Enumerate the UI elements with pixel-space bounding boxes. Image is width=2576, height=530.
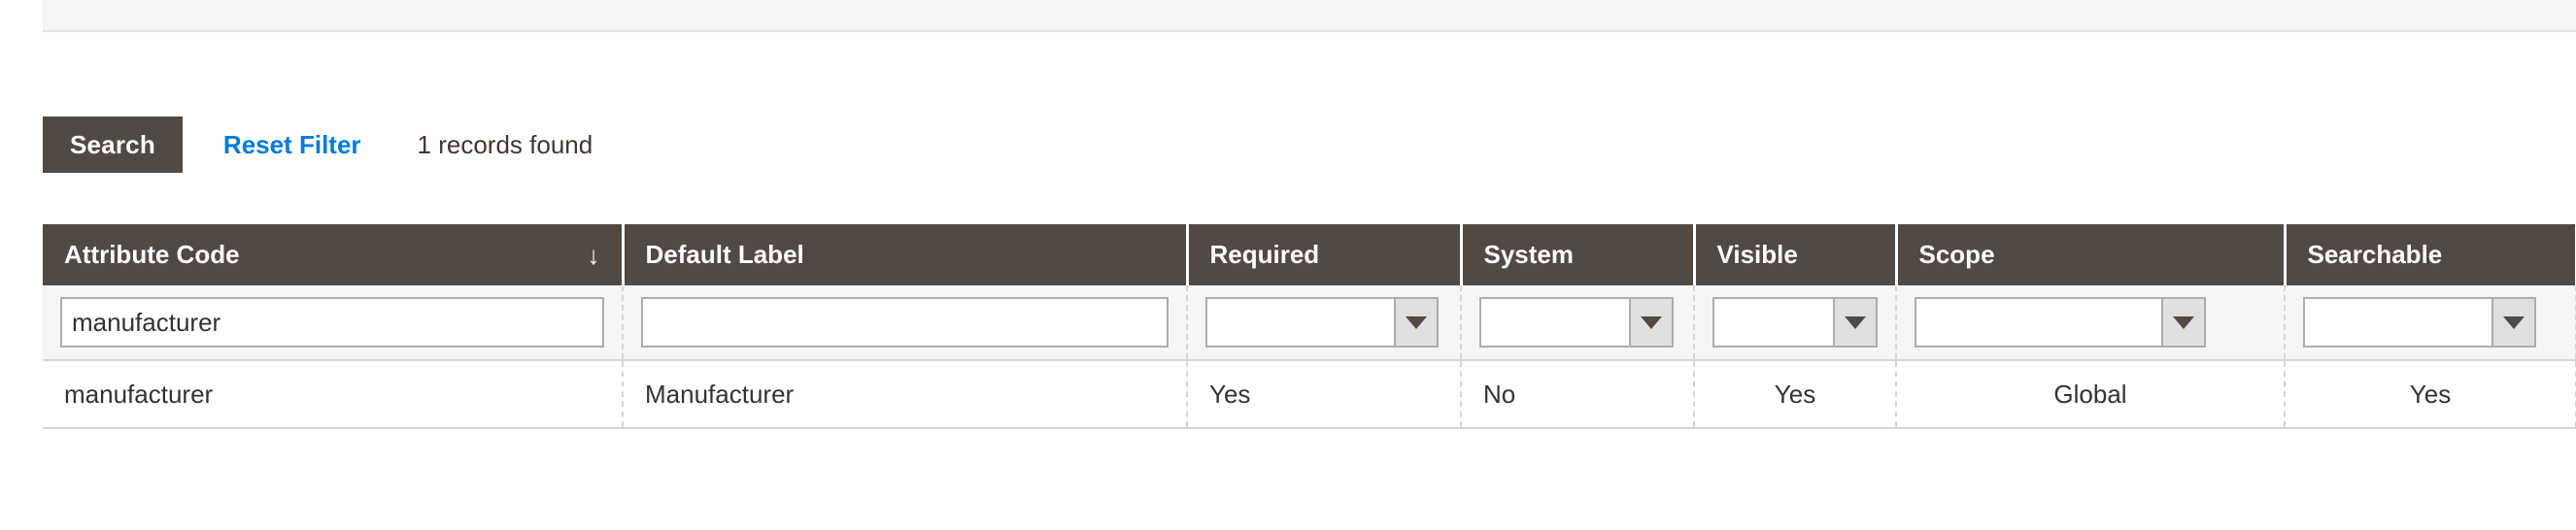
search-button[interactable]: Search: [43, 116, 183, 173]
filter-select-system[interactable]: [1479, 297, 1674, 348]
column-header-label: Searchable: [2307, 240, 2443, 269]
filter-select-searchable[interactable]: [2303, 297, 2536, 348]
filter-select-required[interactable]: [1205, 297, 1439, 348]
grid-filter-row: [43, 285, 2576, 361]
column-header-default-label[interactable]: Default Label: [623, 221, 1189, 285]
column-header-scope[interactable]: Scope: [1896, 221, 2287, 285]
filter-cell-visible: [1694, 285, 1897, 361]
column-header-label: Default Label: [645, 240, 804, 269]
grid-header-row: Attribute Code ↓ Default Label Required: [43, 221, 2576, 285]
records-found-label: 1 records found: [417, 129, 593, 159]
top-divider-strip: [43, 0, 2576, 32]
chevron-down-icon[interactable]: [2161, 299, 2204, 346]
sort-desc-arrow-icon: ↓: [587, 240, 600, 270]
cell-system[interactable]: No: [1461, 360, 1695, 429]
column-header-label: System: [1483, 240, 1575, 269]
column-header-label: Attribute Code: [64, 240, 240, 269]
table-row[interactable]: manufacturer Manufacturer Yes No Yes Glo…: [43, 360, 2576, 429]
cell-visible[interactable]: Yes: [1694, 360, 1897, 429]
grid-action-bar: Search Reset Filter 1 records found: [43, 116, 593, 173]
filter-cell-scope: [1896, 285, 2286, 361]
cell-searchable[interactable]: Yes: [2285, 360, 2576, 429]
column-header-label: Scope: [1918, 240, 1995, 269]
filter-input-default-label[interactable]: [641, 297, 1169, 348]
column-header-label: Visible: [1716, 240, 1798, 269]
filter-cell-required: [1187, 285, 1462, 361]
grid-body: manufacturer Manufacturer Yes No Yes Glo…: [43, 285, 2576, 429]
cell-required[interactable]: Yes: [1187, 360, 1462, 429]
column-header-system[interactable]: System: [1461, 221, 1696, 285]
page-root: Search Reset Filter 1 records found Attr…: [0, 0, 2576, 530]
product-attributes-grid: Attribute Code ↓ Default Label Required: [43, 221, 2576, 429]
grid-header: Attribute Code ↓ Default Label Required: [43, 221, 2576, 285]
filter-cell-attribute-code: [43, 285, 624, 361]
attributes-grid-wrapper: Attribute Code ↓ Default Label Required: [43, 221, 2576, 429]
filter-select-visible[interactable]: [1712, 297, 1878, 348]
filter-cell-default-label: [623, 285, 1188, 361]
filter-cell-system: [1461, 285, 1695, 361]
chevron-down-icon[interactable]: [1394, 299, 1437, 346]
column-header-required[interactable]: Required: [1187, 221, 1463, 285]
cell-scope[interactable]: Global: [1896, 360, 2286, 429]
column-header-searchable[interactable]: Searchable: [2285, 221, 2576, 285]
cell-attribute-code[interactable]: manufacturer: [43, 360, 624, 429]
chevron-down-icon[interactable]: [1833, 299, 1876, 346]
chevron-down-icon[interactable]: [2491, 299, 2534, 346]
column-header-label: Required: [1209, 240, 1320, 269]
column-header-attribute-code[interactable]: Attribute Code ↓: [43, 221, 625, 285]
filter-cell-searchable: [2285, 285, 2576, 361]
filter-select-scope[interactable]: [1915, 297, 2206, 348]
filter-input-attribute-code[interactable]: [60, 297, 604, 348]
reset-filter-link[interactable]: Reset Filter: [223, 130, 361, 160]
cell-default-label[interactable]: Manufacturer: [623, 360, 1188, 429]
column-header-visible[interactable]: Visible: [1694, 221, 1898, 285]
chevron-down-icon[interactable]: [1629, 299, 1672, 346]
